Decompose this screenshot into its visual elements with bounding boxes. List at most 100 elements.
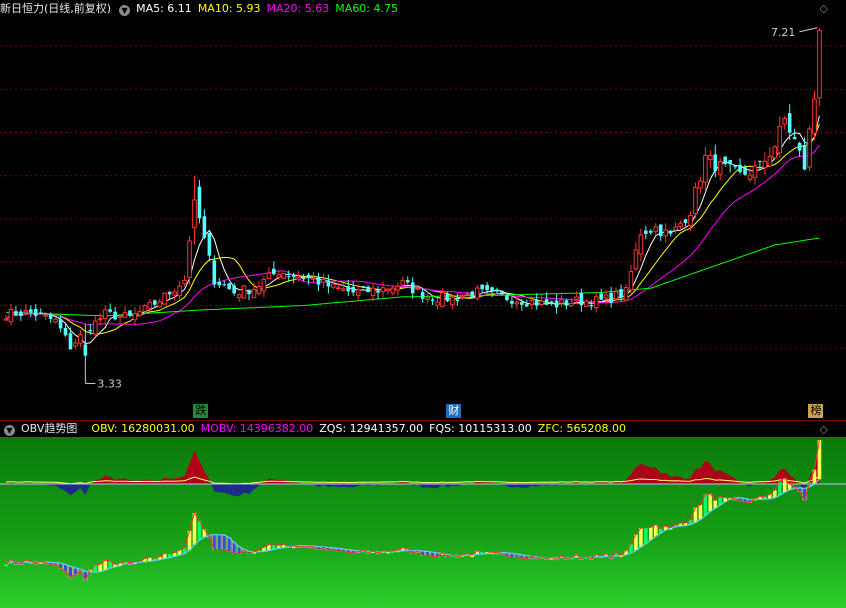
marker-0[interactable]: 跌	[193, 404, 209, 418]
candle-body	[256, 285, 262, 294]
candle-41	[207, 232, 212, 262]
obv-area-seg	[219, 484, 225, 493]
candle-142	[708, 150, 713, 168]
candle-72	[361, 285, 365, 289]
candle-body	[351, 286, 355, 293]
ma5-line	[5, 115, 820, 345]
candle-38	[192, 175, 197, 245]
candlestick-series	[3, 27, 822, 364]
chart-stage: 7.21 3.33 新日恒力(日线,前复权) ▼ MA5: 6.11 MA10: 5.9…	[0, 0, 846, 608]
candle-body	[63, 327, 68, 336]
obv-area-seg	[234, 484, 240, 497]
candle-body	[569, 302, 574, 307]
candle-28	[142, 304, 148, 312]
marker-2[interactable]: 榜	[808, 404, 824, 418]
candle-32	[162, 292, 168, 305]
dropdown-icon[interactable]: ▼	[119, 5, 131, 16]
candle-body	[514, 301, 520, 305]
candle-body	[142, 305, 148, 312]
candle-body	[316, 276, 321, 285]
candle-36	[182, 275, 187, 287]
candle-body	[623, 286, 629, 301]
candle-body	[187, 240, 192, 278]
obv-area-seg	[179, 476, 185, 484]
candle-65	[326, 274, 331, 294]
marker-1[interactable]: 财	[446, 404, 462, 418]
sub-title: OBV趋势图	[21, 422, 78, 435]
candle-111	[554, 294, 559, 314]
candle-body	[311, 277, 316, 280]
candle-body	[122, 312, 128, 318]
candle-128	[638, 228, 644, 262]
obv-label-3: FQS: 10115313.00	[429, 422, 532, 435]
candle-body	[276, 274, 282, 278]
candle-body	[698, 180, 703, 189]
candle-122	[609, 286, 613, 308]
candle-body	[346, 286, 351, 292]
candle-body	[261, 278, 267, 292]
candle-125	[623, 284, 629, 301]
candle-131	[653, 223, 659, 235]
candle-body	[510, 300, 514, 304]
candle-body	[395, 285, 401, 291]
candle-107	[534, 293, 539, 310]
candle-87	[435, 298, 440, 310]
candle-body	[435, 301, 440, 306]
candle-body	[410, 282, 415, 294]
scroll-diamond-icon[interactable]: ◇	[820, 2, 828, 15]
candle-44	[222, 280, 227, 287]
chart-canvas[interactable]: 7.21 3.33	[0, 0, 846, 608]
candle-body	[807, 128, 812, 168]
candle-body	[113, 311, 117, 320]
candle-43	[217, 278, 222, 289]
candle-39	[197, 180, 202, 224]
candle-body	[340, 288, 346, 291]
obv-area-seg	[715, 470, 721, 484]
candle-body	[272, 268, 276, 275]
candle-body	[777, 125, 783, 154]
candle-body	[495, 289, 499, 292]
obv-area-seg	[695, 468, 701, 484]
candle-body	[668, 230, 673, 234]
candle-2	[14, 306, 18, 317]
candle-body	[366, 286, 370, 293]
candle-body	[177, 285, 182, 297]
candle-137	[683, 218, 688, 227]
obv-label-4: ZFC: 565208.00	[537, 422, 627, 435]
candle-body	[400, 280, 406, 286]
candle-15	[78, 329, 83, 348]
candle-163	[812, 90, 817, 141]
low-label: 3.33	[97, 377, 122, 390]
candle-body	[227, 283, 231, 290]
candle-155	[772, 145, 778, 159]
candle-body	[738, 164, 742, 172]
candle-132	[658, 224, 663, 241]
candle-153	[762, 152, 768, 176]
candle-body	[673, 226, 678, 231]
candle-18	[92, 315, 98, 337]
candle-31	[157, 298, 163, 309]
candle-body	[83, 344, 88, 356]
candle-126	[628, 265, 634, 295]
candle-102	[510, 296, 514, 308]
candle-74	[370, 283, 376, 302]
candle-21	[108, 303, 112, 314]
candle-134	[668, 229, 673, 237]
obv-label-1: MOBV: 14396382.00	[200, 422, 314, 435]
candle-157	[782, 115, 788, 130]
candle-116	[579, 288, 584, 312]
candle-body	[29, 309, 33, 313]
candle-body	[653, 226, 659, 232]
dropdown-icon[interactable]: ▼	[4, 425, 15, 436]
candle-35	[177, 280, 182, 300]
candle-136	[678, 220, 683, 229]
candle-body	[415, 287, 420, 290]
candle-body	[43, 314, 48, 317]
candle-5	[29, 305, 33, 318]
candle-body	[370, 287, 376, 296]
candle-body	[296, 276, 301, 280]
sub-diamond-icon[interactable]: ◇	[820, 423, 828, 436]
candle-19	[97, 313, 103, 325]
candle-body	[321, 278, 326, 283]
candle-body	[787, 113, 792, 133]
